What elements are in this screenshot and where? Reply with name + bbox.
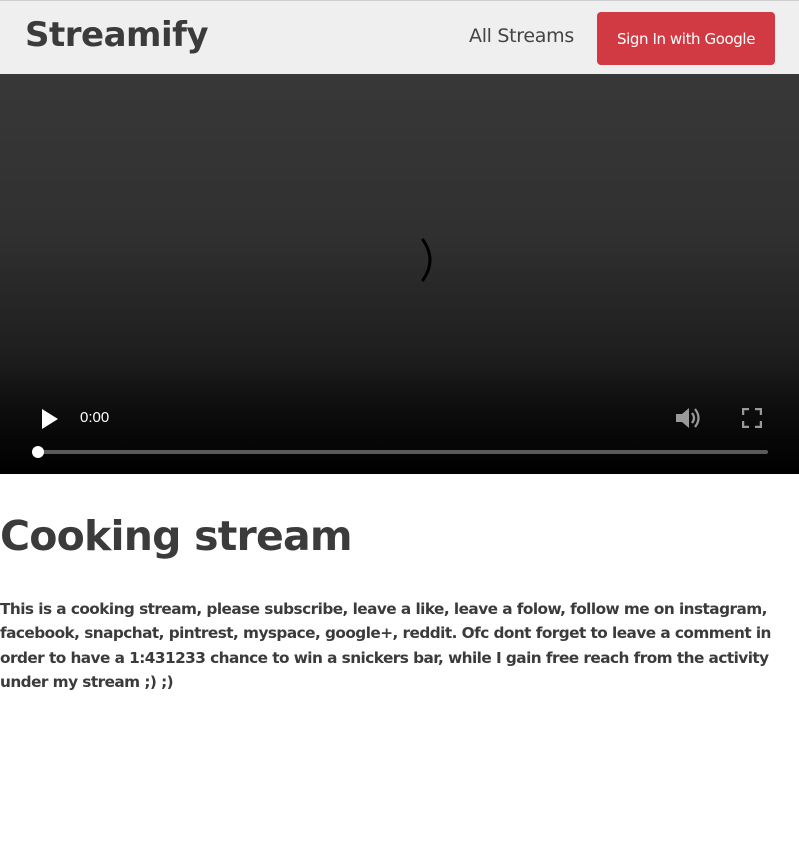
stream-title: Cooking stream (0, 512, 353, 560)
volume-icon[interactable] (674, 405, 702, 431)
play-icon[interactable] (40, 408, 60, 430)
video-player[interactable]: 0:00 (0, 74, 799, 474)
seek-bar[interactable] (38, 450, 768, 454)
all-streams-link[interactable]: All Streams (469, 25, 574, 47)
fullscreen-icon[interactable] (742, 408, 762, 428)
seek-bar-thumb[interactable] (32, 446, 44, 458)
loading-spinner-icon (421, 238, 432, 282)
current-time: 0:00 (80, 409, 110, 426)
stream-description: This is a cooking stream, please subscri… (0, 600, 771, 691)
brand-logo[interactable]: Streamify (25, 15, 209, 55)
top-navbar: Streamify All Streams Sign In with Googl… (0, 0, 799, 74)
sign-in-with-google-button[interactable]: Sign In with Google (597, 12, 775, 65)
